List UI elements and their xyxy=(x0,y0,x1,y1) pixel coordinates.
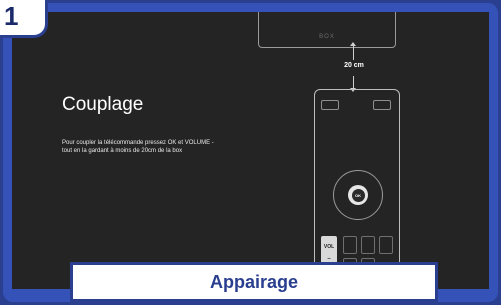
remote-key xyxy=(361,236,375,254)
caption-banner: Appairage xyxy=(70,262,438,302)
tv-screen: BOX 20 cm Couplage Pour coupler la téléc… xyxy=(12,12,489,289)
box-device-illustration: BOX xyxy=(258,12,396,48)
remote-illustration: OK VOL – xyxy=(314,89,400,289)
page-title: Couplage xyxy=(62,94,144,115)
remote-key xyxy=(379,236,393,254)
vol-label: VOL xyxy=(323,244,335,250)
remote-key xyxy=(343,236,357,254)
ok-button-illustration: OK xyxy=(348,185,368,205)
remote-top-left-button xyxy=(321,100,339,110)
instruction-line-2: tout en la gardant à moins de 20cm de la… xyxy=(62,148,183,154)
distance-line-top xyxy=(353,46,354,60)
pairing-instructions: Pour coupler la télécommande pressez OK … xyxy=(62,139,262,155)
ok-label: OK xyxy=(351,188,365,202)
box-label: BOX xyxy=(319,34,335,40)
remote-dpad: OK xyxy=(333,170,383,220)
caption-label: Appairage xyxy=(209,271,299,292)
instruction-line-1: Pour coupler la télécommande pressez OK … xyxy=(62,140,214,146)
distance-indicator: 20 cm xyxy=(334,42,374,92)
step-number-badge: 1 xyxy=(0,0,48,38)
distance-label: 20 cm xyxy=(344,62,364,69)
remote-top-right-button xyxy=(373,100,391,110)
